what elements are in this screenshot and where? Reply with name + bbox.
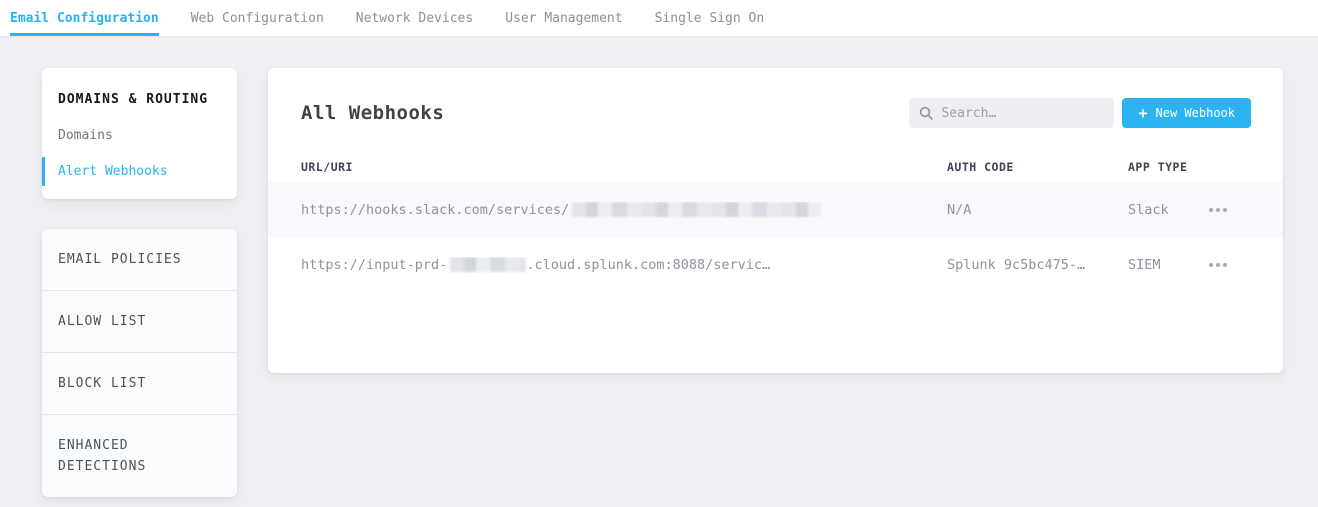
active-tab-underline	[10, 33, 159, 36]
new-webhook-button-label: New Webhook	[1156, 106, 1235, 120]
tab-network-devices[interactable]: Network Devices	[356, 0, 473, 36]
domains-routing-card: DOMAINS & ROUTING Domains Alert Webhooks	[42, 68, 237, 199]
sidebar-sections-card: EMAIL POLICIES ALLOW LIST BLOCK LIST ENH…	[42, 229, 237, 497]
url-text: https://input-prd-	[301, 257, 447, 273]
sidebar-item-enhanced-detections[interactable]: ENHANCED DETECTIONS	[42, 414, 237, 497]
webhook-url-cell: https://input-prd- .cloud.splunk.com:808…	[301, 257, 947, 273]
top-nav: Email Configuration Web Configuration Ne…	[0, 0, 1318, 36]
table-header-row: URL/URI AUTH CODE APP TYPE	[268, 152, 1283, 182]
auth-code-cell: Splunk 9c5bc475-…	[947, 257, 1128, 273]
tab-label: User Management	[505, 11, 622, 26]
table-row[interactable]: https://hooks.slack.com/services/ N/A Sl…	[268, 182, 1283, 237]
sidebar-item-label: Domains	[58, 128, 113, 143]
page-content: DOMAINS & ROUTING Domains Alert Webhooks…	[0, 36, 1318, 497]
sidebar-item-allow-list[interactable]: ALLOW LIST	[42, 290, 237, 352]
sidebar-item-domains[interactable]: Domains	[42, 128, 237, 143]
active-item-indicator	[42, 157, 45, 186]
tab-email-configuration[interactable]: Email Configuration	[10, 0, 159, 36]
search-icon	[919, 106, 933, 120]
app-type-cell: Slack	[1128, 202, 1207, 218]
ellipsis-icon[interactable]	[1207, 202, 1229, 218]
sidebar-section-label: BLOCK LIST	[58, 376, 146, 391]
tab-label: Email Configuration	[10, 11, 159, 26]
sidebar-item-block-list[interactable]: BLOCK LIST	[42, 352, 237, 414]
tab-user-management[interactable]: User Management	[505, 0, 622, 36]
ellipsis-icon[interactable]	[1207, 257, 1229, 273]
redacted-blur	[450, 257, 526, 272]
tab-label: Web Configuration	[191, 11, 324, 26]
header-actions: + New Webhook	[909, 98, 1251, 128]
tab-single-sign-on[interactable]: Single Sign On	[655, 0, 765, 36]
new-webhook-button[interactable]: + New Webhook	[1122, 98, 1251, 128]
sidebar-item-label: Alert Webhooks	[58, 164, 168, 179]
domains-routing-heading: DOMAINS & ROUTING	[42, 92, 237, 107]
column-header-url: URL/URI	[301, 160, 947, 174]
sidebar-item-alert-webhooks[interactable]: Alert Webhooks	[42, 164, 237, 179]
tab-label: Network Devices	[356, 11, 473, 26]
search-box[interactable]	[909, 98, 1114, 128]
webhooks-panel: All Webhooks + New Webhook URL/URI A	[268, 68, 1283, 373]
table-row[interactable]: https://input-prd- .cloud.splunk.com:808…	[268, 237, 1283, 292]
tab-web-configuration[interactable]: Web Configuration	[191, 0, 324, 36]
auth-code-cell: N/A	[947, 202, 1128, 218]
plus-icon: +	[1138, 106, 1147, 121]
url-text: .cloud.splunk.com:8088/servic…	[526, 257, 770, 273]
app-type-cell: SIEM	[1128, 257, 1207, 273]
url-text: https://hooks.slack.com/services/	[301, 202, 569, 218]
page-title: All Webhooks	[301, 102, 444, 124]
sidebar-section-label: ENHANCED DETECTIONS	[58, 438, 146, 474]
webhook-url-cell: https://hooks.slack.com/services/	[301, 202, 947, 218]
sidebar-item-email-policies[interactable]: EMAIL POLICIES	[42, 229, 237, 290]
webhooks-table: URL/URI AUTH CODE APP TYPE https://hooks…	[268, 152, 1283, 292]
tab-label: Single Sign On	[655, 11, 765, 26]
column-header-app-type: APP TYPE	[1128, 160, 1207, 174]
sidebar: DOMAINS & ROUTING Domains Alert Webhooks…	[42, 68, 237, 497]
panel-header: All Webhooks + New Webhook	[268, 68, 1283, 128]
sidebar-section-label: ALLOW LIST	[58, 314, 146, 329]
sidebar-section-label: EMAIL POLICIES	[58, 252, 182, 267]
redacted-blur	[572, 202, 821, 217]
search-input[interactable]	[941, 106, 1104, 121]
column-header-auth-code: AUTH CODE	[947, 160, 1128, 174]
